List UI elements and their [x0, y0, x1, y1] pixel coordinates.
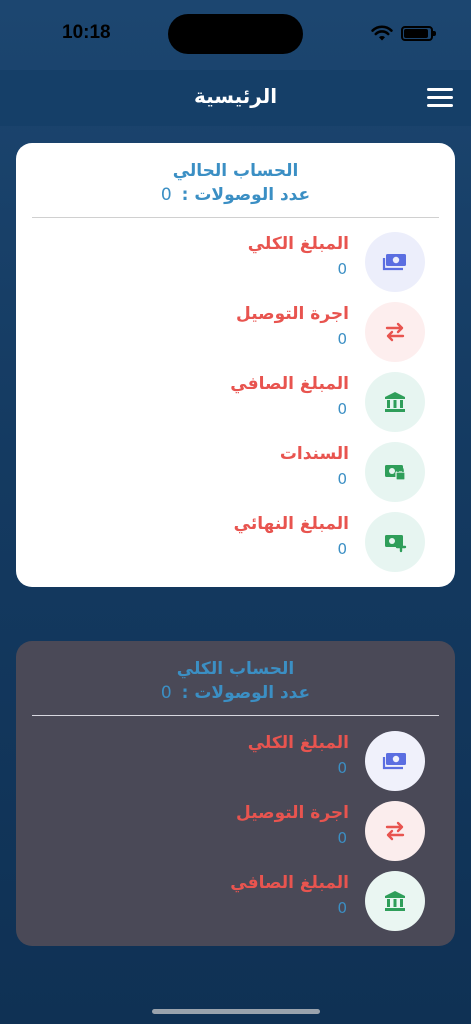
total-account-card: الحساب الكلي عدد الوصولات : 0 المبلغ الك… — [16, 641, 455, 946]
row-label: السندات — [279, 444, 349, 464]
row-label: المبلغ النهائي — [233, 514, 349, 534]
row-text: المبلغ الكلي 0 — [248, 234, 349, 278]
dynamic-island — [168, 14, 303, 54]
row-text: المبلغ الصافي 0 — [230, 374, 349, 418]
row-value: 0 — [337, 470, 347, 488]
row-value: 0 — [337, 260, 347, 278]
app-header: الرئيسية — [0, 70, 471, 126]
money-bill-icon — [365, 232, 425, 292]
row-value: 0 — [337, 330, 347, 348]
money-plus-icon — [365, 512, 425, 572]
row-label: المبلغ الصافي — [230, 873, 349, 893]
row-label: اجرة التوصيل — [236, 803, 349, 823]
row-value: 0 — [337, 899, 347, 917]
divider — [32, 217, 439, 218]
total-account-title: الحساب الكلي — [176, 659, 295, 679]
receipts-count-label: عدد الوصولات : — [181, 683, 311, 703]
row-value: 0 — [337, 829, 347, 847]
total-account-header: الحساب الكلي عدد الوصولات : 0 — [16, 641, 455, 703]
row-label: المبلغ الكلي — [247, 234, 349, 254]
current-account-card: الحساب الحالي عدد الوصولات : 0 المبلغ ال… — [16, 143, 455, 587]
current-row-net-amount[interactable]: المبلغ الصافي 0 — [45, 372, 425, 434]
row-text: المبلغ النهائي 0 — [234, 514, 349, 558]
row-label: اجرة التوصيل — [236, 304, 349, 324]
home-indicator[interactable] — [152, 1009, 320, 1014]
status-bar: 10:18 — [0, 0, 471, 70]
money-bill-icon — [365, 731, 425, 791]
page-title: الرئيسية — [193, 84, 278, 108]
exchange-arrows-icon — [365, 801, 425, 861]
receipts-count-value: 0 — [160, 185, 172, 205]
status-icons — [371, 24, 436, 42]
money-lock-icon — [365, 442, 425, 502]
current-receipts-count: عدد الوصولات : 0 — [16, 185, 455, 205]
current-row-delivery-fee[interactable]: اجرة التوصيل 0 — [45, 302, 425, 364]
total-row-total-amount[interactable]: المبلغ الكلي 0 — [45, 731, 425, 793]
row-text: المبلغ الكلي 0 — [248, 733, 349, 777]
total-row-delivery-fee[interactable]: اجرة التوصيل 0 — [45, 801, 425, 863]
current-row-total-amount[interactable]: المبلغ الكلي 0 — [45, 232, 425, 294]
divider — [32, 715, 439, 716]
row-value: 0 — [337, 540, 347, 558]
row-text: المبلغ الصافي 0 — [230, 873, 349, 917]
row-text: اجرة التوصيل 0 — [236, 803, 349, 847]
total-row-net-amount[interactable]: المبلغ الصافي 0 — [45, 871, 425, 933]
current-account-title: الحساب الحالي — [172, 161, 299, 181]
receipts-count-label: عدد الوصولات : — [181, 185, 311, 205]
bank-icon — [365, 372, 425, 432]
battery-icon — [401, 25, 436, 41]
row-text: السندات 0 — [280, 444, 349, 488]
current-row-final-amount[interactable]: المبلغ النهائي 0 — [45, 512, 425, 574]
row-label: المبلغ الكلي — [247, 733, 349, 753]
bank-icon — [365, 871, 425, 931]
status-time: 10:18 — [62, 22, 111, 43]
row-label: المبلغ الصافي — [230, 374, 349, 394]
total-receipts-count: عدد الوصولات : 0 — [16, 683, 455, 703]
exchange-arrows-icon — [365, 302, 425, 362]
row-value: 0 — [337, 400, 347, 418]
receipts-count-value: 0 — [160, 683, 172, 703]
hamburger-menu-icon[interactable] — [427, 88, 453, 108]
row-text: اجرة التوصيل 0 — [236, 304, 349, 348]
wifi-icon — [371, 25, 393, 41]
current-row-bonds[interactable]: السندات 0 — [45, 442, 425, 504]
row-value: 0 — [337, 759, 347, 777]
current-account-header: الحساب الحالي عدد الوصولات : 0 — [16, 143, 455, 205]
